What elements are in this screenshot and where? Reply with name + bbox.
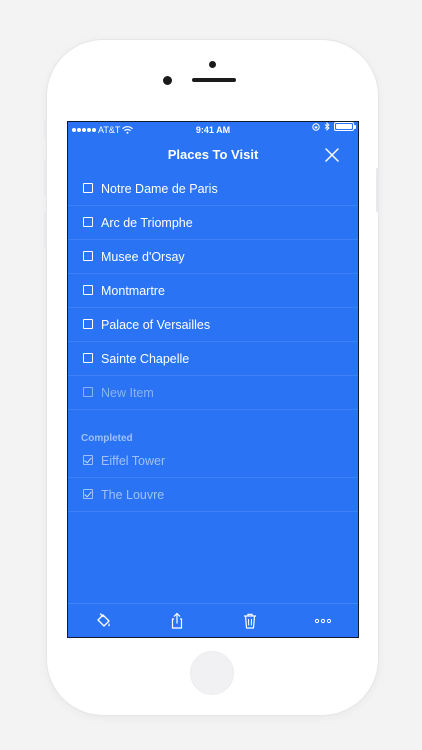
bluetooth-icon	[324, 122, 330, 131]
checkbox[interactable]	[83, 353, 93, 363]
more-icon[interactable]	[314, 612, 332, 630]
volume-down-button	[44, 212, 47, 248]
share-icon[interactable]	[168, 612, 186, 630]
todo-list: Notre Dame de Paris Arc de Triomphe Muse…	[68, 172, 358, 410]
list-item[interactable]: Notre Dame de Paris	[68, 172, 358, 206]
checked-checkbox[interactable]	[83, 455, 93, 465]
new-item-input[interactable]: New Item	[101, 376, 154, 410]
item-label: Notre Dame de Paris	[101, 182, 218, 196]
checkbox[interactable]	[83, 285, 93, 295]
status-bar: AT&T 9:41 AM	[68, 122, 358, 138]
completed-item[interactable]: The Louvre	[68, 478, 358, 512]
status-right	[312, 122, 356, 131]
rotation-lock-icon	[312, 122, 320, 131]
checkbox[interactable]	[83, 251, 93, 261]
list-item[interactable]: Musee d'Orsay	[68, 240, 358, 274]
checkbox[interactable]	[83, 319, 93, 329]
volume-up-button	[44, 160, 47, 196]
new-item-row[interactable]: New Item	[68, 376, 358, 410]
checkbox[interactable]	[83, 183, 93, 193]
checkbox[interactable]	[83, 217, 93, 227]
bottom-toolbar	[68, 603, 358, 637]
checked-checkbox[interactable]	[83, 489, 93, 499]
list-item[interactable]: Montmartre	[68, 274, 358, 308]
list-item[interactable]: Sainte Chapelle	[68, 342, 358, 376]
stage: AT&T 9:41 AM Places To Visit Notre Dame …	[0, 0, 422, 750]
home-button[interactable]	[190, 651, 234, 695]
app-screen: AT&T 9:41 AM Places To Visit Notre Dame …	[67, 121, 359, 638]
item-label: Eiffel Tower	[101, 454, 166, 468]
paint-bucket-icon[interactable]	[94, 612, 112, 630]
list-item[interactable]: Arc de Triomphe	[68, 206, 358, 240]
earpiece-speaker	[192, 78, 236, 82]
trash-icon[interactable]	[241, 612, 259, 630]
power-button	[376, 168, 379, 212]
navigation-bar: Places To Visit	[68, 138, 358, 172]
checkbox	[83, 387, 93, 397]
completed-section-header: Completed	[81, 433, 133, 444]
item-label: Arc de Triomphe	[101, 216, 193, 230]
close-icon[interactable]	[324, 147, 340, 163]
side-button	[44, 120, 47, 138]
proximity-sensor	[209, 61, 216, 68]
item-label: Musee d'Orsay	[101, 250, 185, 264]
item-label: Sainte Chapelle	[101, 352, 190, 366]
list-item[interactable]: Palace of Versailles	[68, 308, 358, 342]
page-title: Places To Visit	[167, 147, 259, 162]
completed-item[interactable]: Eiffel Tower	[68, 444, 358, 478]
item-label: The Louvre	[101, 488, 165, 502]
completed-list: Eiffel Tower The Louvre	[68, 444, 358, 512]
battery-icon	[334, 122, 356, 131]
item-label: Montmartre	[101, 284, 165, 298]
item-label: Palace of Versailles	[101, 318, 211, 332]
front-camera	[163, 76, 172, 85]
